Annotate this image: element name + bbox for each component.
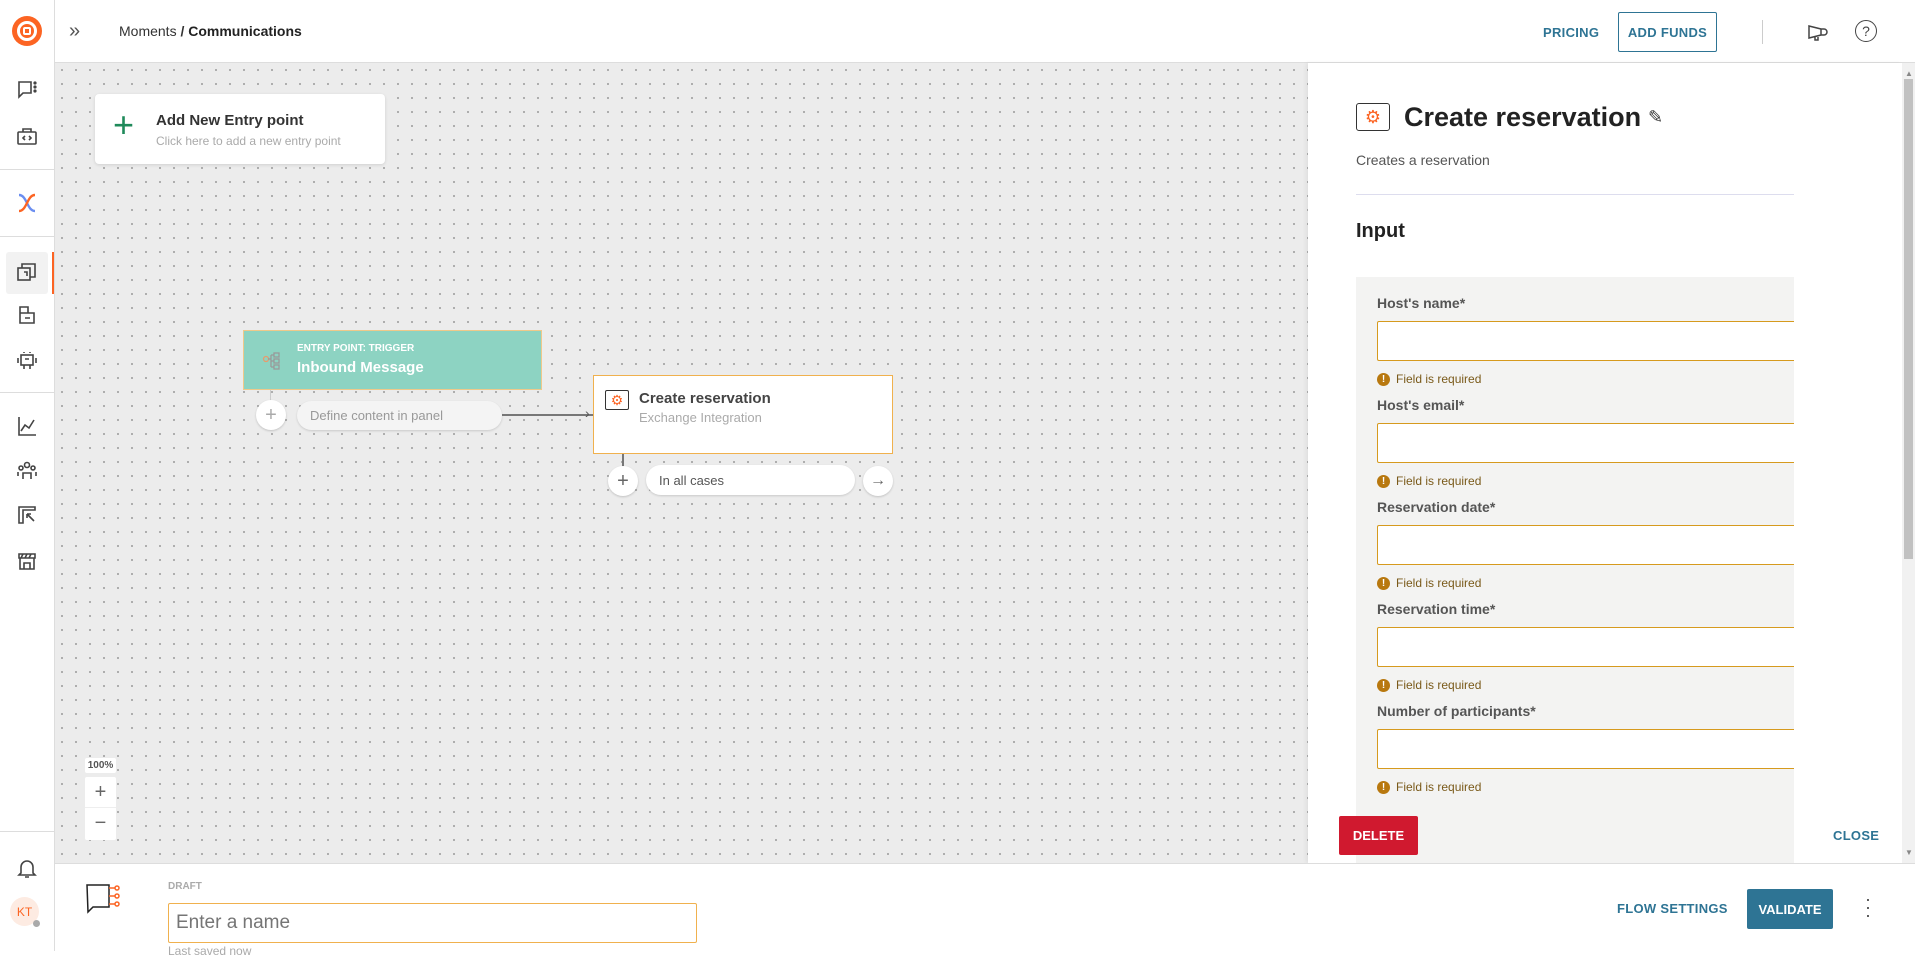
node-subtitle: Exchange Integration bbox=[639, 410, 762, 425]
field-error: ! Field is required bbox=[1377, 780, 1481, 794]
field-input[interactable]: {} bbox=[1377, 423, 1794, 463]
flow-settings-button[interactable]: FLOW SETTINGS bbox=[1617, 901, 1728, 916]
create-reservation-node[interactable]: ⚙ Create reservation Exchange Integratio… bbox=[593, 375, 893, 454]
active-indicator bbox=[52, 252, 54, 294]
plus-icon: + bbox=[113, 104, 135, 145]
field-error-text: Field is required bbox=[1396, 576, 1482, 590]
arrow-head-icon: › bbox=[585, 405, 590, 421]
zoom-out-button[interactable]: − bbox=[85, 808, 116, 839]
last-saved-text: Last saved now bbox=[168, 944, 252, 958]
field-error: ! Field is required bbox=[1377, 678, 1481, 692]
panel-scrollbar[interactable]: ▲ ▼ bbox=[1902, 63, 1915, 863]
trigger-kicker: ENTRY POINT: TRIGGER bbox=[297, 343, 415, 354]
panel-description: Creates a reservation bbox=[1356, 152, 1490, 168]
field-label: Number of participants* bbox=[1377, 703, 1536, 719]
close-button[interactable]: CLOSE bbox=[1833, 828, 1879, 843]
breadcrumb-current: Communications bbox=[188, 23, 302, 39]
field-input[interactable]: {} bbox=[1377, 321, 1794, 361]
warning-icon: ! bbox=[1377, 678, 1390, 692]
presence-dot bbox=[33, 920, 40, 927]
analytics-icon[interactable] bbox=[9, 408, 45, 444]
exchange-icon[interactable] bbox=[9, 185, 45, 221]
sidebar-item-moments[interactable] bbox=[6, 252, 48, 294]
notifications-bell-icon[interactable] bbox=[9, 850, 45, 886]
flow-chat-icon bbox=[85, 882, 125, 923]
field-label: Reservation date* bbox=[1377, 499, 1496, 515]
flow-canvas[interactable]: + Add New Entry point Click here to add … bbox=[55, 63, 1308, 863]
warning-icon: ! bbox=[1377, 372, 1390, 386]
add-entry-point-card[interactable]: + Add New Entry point Click here to add … bbox=[95, 94, 385, 164]
field-error: ! Field is required bbox=[1377, 372, 1481, 386]
trigger-icon bbox=[262, 351, 282, 376]
header-divider bbox=[1762, 20, 1763, 44]
warning-icon: ! bbox=[1377, 576, 1390, 590]
delete-button[interactable]: DELETE bbox=[1339, 816, 1418, 855]
field-error: ! Field is required bbox=[1377, 474, 1481, 488]
draft-status: DRAFT bbox=[168, 881, 202, 892]
input-fields-box: Host's name* {} ! Field is required Host's… bbox=[1356, 277, 1794, 867]
conversations-icon[interactable] bbox=[9, 72, 45, 108]
panel-title: Create reservation bbox=[1404, 102, 1642, 132]
panel-divider bbox=[1356, 194, 1794, 195]
add-entry-title: Add New Entry point bbox=[156, 112, 304, 129]
pricing-link[interactable]: PRICING bbox=[1543, 25, 1599, 40]
flow-bottom-bar: DRAFT Last saved now FLOW SETTINGS VALID… bbox=[55, 863, 1915, 958]
campaigns-icon[interactable] bbox=[9, 497, 45, 533]
breadcrumb-moments[interactable]: Moments bbox=[119, 23, 177, 39]
integration-gear-icon: ⚙ bbox=[1356, 103, 1390, 131]
zoom-controls: + − bbox=[85, 777, 116, 840]
store-icon[interactable] bbox=[9, 543, 45, 579]
field-error-text: Field is required bbox=[1396, 780, 1482, 794]
more-options-kebab-icon[interactable]: · · · bbox=[1863, 890, 1873, 924]
logo[interactable] bbox=[12, 16, 42, 46]
trigger-node[interactable]: ENTRY POINT: TRIGGER Inbound Message bbox=[243, 330, 542, 390]
validate-button[interactable]: VALIDATE bbox=[1747, 889, 1833, 929]
breadcrumb-separator: / bbox=[176, 23, 189, 39]
field-input[interactable]: {} bbox=[1377, 525, 1794, 565]
announcements-megaphone-icon[interactable] bbox=[1806, 20, 1830, 49]
bot-icon[interactable] bbox=[9, 342, 45, 378]
field-input[interactable]: {} bbox=[1377, 729, 1794, 769]
sidebar: KT bbox=[0, 0, 55, 951]
expand-sidebar-icon[interactable]: » bbox=[69, 20, 80, 43]
people-icon[interactable] bbox=[9, 453, 45, 489]
flow-name-input[interactable] bbox=[168, 903, 697, 943]
node-title: Create reservation bbox=[639, 390, 771, 407]
input-section-heading: Input bbox=[1356, 220, 1405, 242]
trigger-title: Inbound Message bbox=[297, 359, 424, 376]
warning-icon: ! bbox=[1377, 780, 1390, 794]
zoom-in-button[interactable]: + bbox=[85, 777, 116, 808]
step-config-panel: ⚙ Create reservation ✎ Creates a reserva… bbox=[1308, 63, 1902, 867]
trigger-branch-pill[interactable]: Define content in panel bbox=[297, 401, 502, 430]
add-step-button[interactable]: + bbox=[256, 400, 286, 430]
connector-arrow bbox=[502, 414, 593, 416]
field-error-text: Field is required bbox=[1396, 678, 1482, 692]
add-step-button[interactable]: + bbox=[608, 466, 638, 496]
field-error: ! Field is required bbox=[1377, 576, 1481, 590]
warning-icon: ! bbox=[1377, 474, 1390, 488]
branch-arrow-button[interactable]: → bbox=[863, 466, 893, 496]
field-label: Host's email* bbox=[1377, 397, 1465, 413]
help-icon[interactable]: ? bbox=[1855, 20, 1877, 42]
edit-pencil-icon[interactable]: ✎ bbox=[1648, 107, 1663, 128]
zoom-level: 100% bbox=[85, 758, 116, 773]
field-input[interactable]: {} bbox=[1377, 627, 1794, 667]
top-header: » Moments / Communications PRICING ADD F… bbox=[55, 0, 1915, 63]
field-error-text: Field is required bbox=[1396, 474, 1482, 488]
breadcrumb: Moments / Communications bbox=[119, 23, 302, 39]
field-label: Host's name* bbox=[1377, 295, 1466, 311]
field-label: Reservation time* bbox=[1377, 601, 1496, 617]
integration-gear-icon: ⚙ bbox=[605, 390, 629, 410]
developer-tools-icon[interactable] bbox=[9, 118, 45, 154]
add-funds-button[interactable]: ADD FUNDS bbox=[1618, 12, 1717, 52]
branch-pill-in-all-cases[interactable]: In all cases bbox=[646, 465, 855, 495]
add-entry-subtitle: Click here to add a new entry point bbox=[156, 134, 341, 148]
templates-icon[interactable] bbox=[9, 297, 45, 333]
field-error-text: Field is required bbox=[1396, 372, 1482, 386]
